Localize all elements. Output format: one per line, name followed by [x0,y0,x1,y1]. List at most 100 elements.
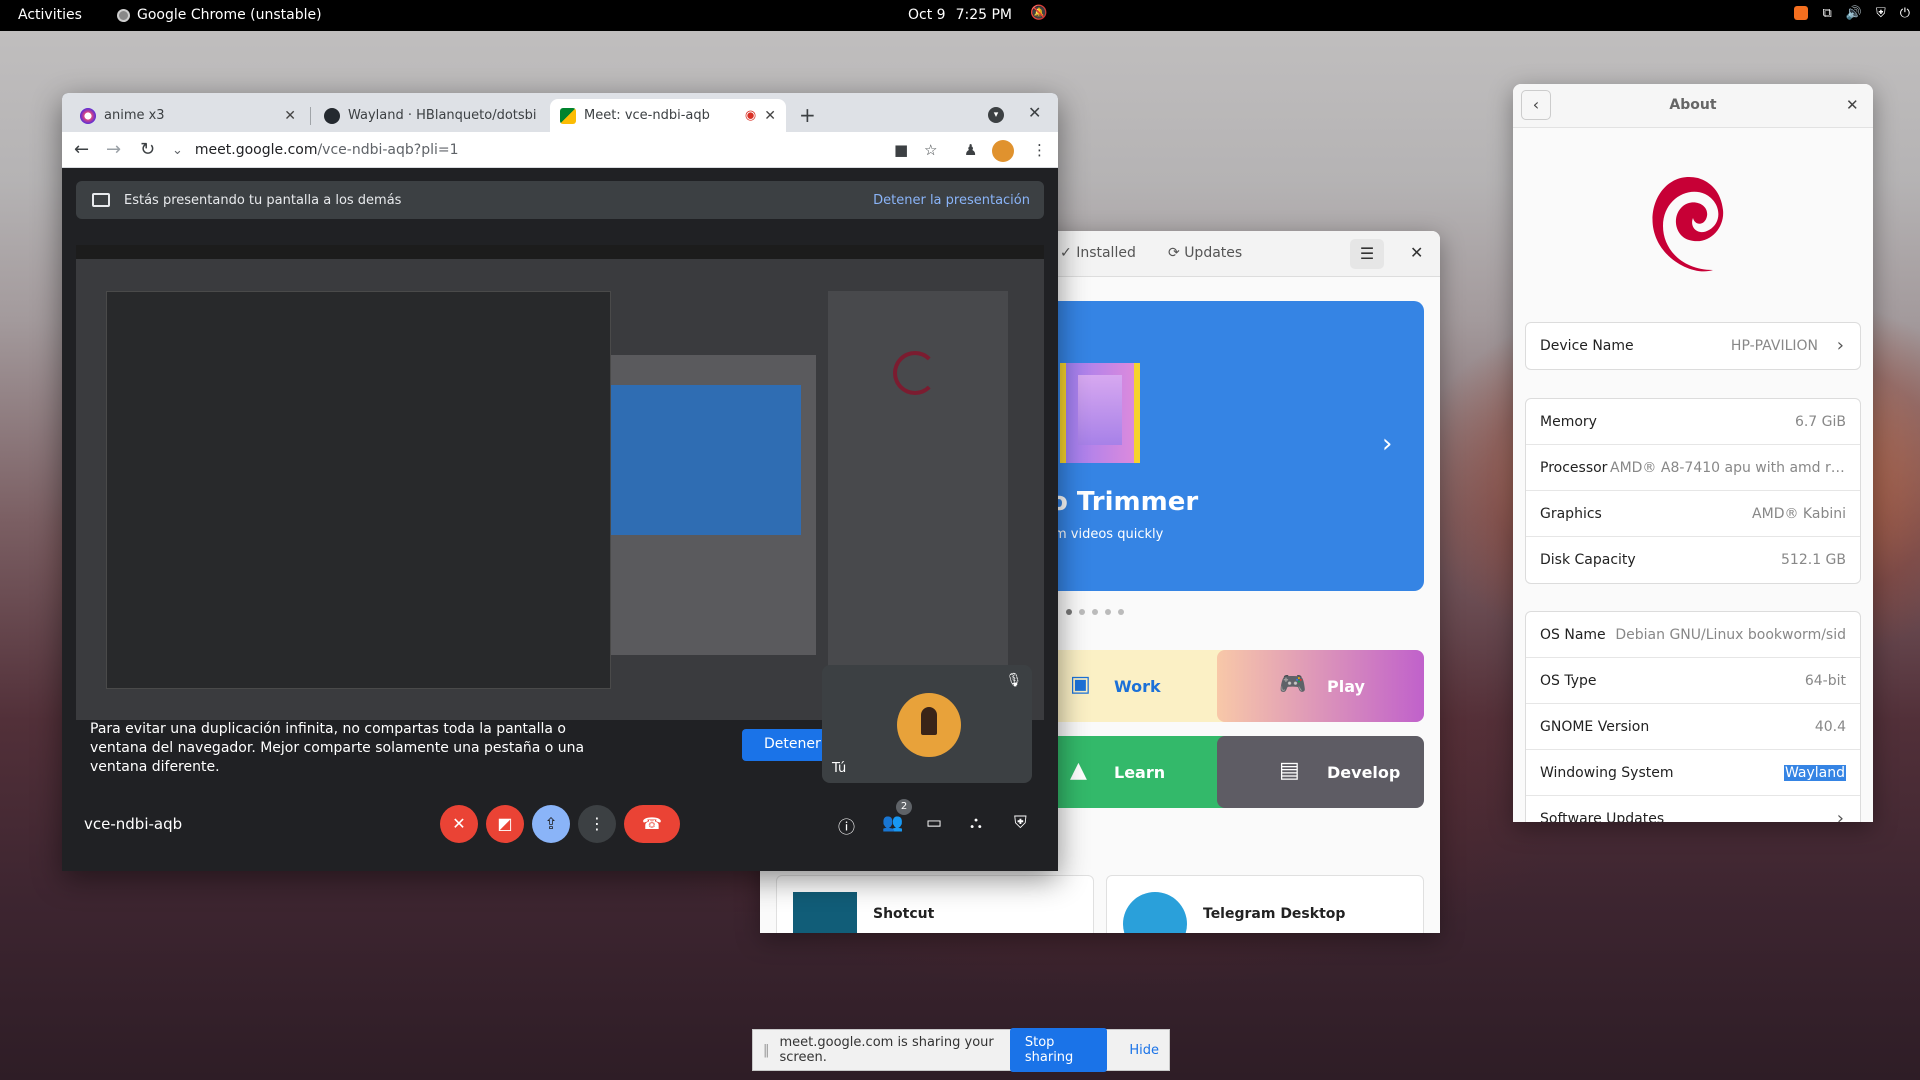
close-icon[interactable]: ✕ [1846,96,1859,114]
row-label: Software Updates [1540,811,1665,822]
chrome-icon [117,8,130,22]
present-button[interactable]: ⇪ [532,805,570,843]
back-icon[interactable]: ← [74,139,89,160]
tab-close-icon[interactable]: ✕ [764,108,776,124]
activities-button[interactable]: Activities [18,7,82,23]
tab-label: Meet: vce-ndbi-aqb [584,108,710,123]
tab-updates[interactable]: ⟳ Updates [1168,245,1242,261]
row-label: Memory [1540,414,1597,430]
device-group: Device Name HP-PAVILION › [1525,322,1861,370]
tab-label: Wayland · HBlanqueto/dotsbi [348,108,537,123]
category-develop[interactable]: ▤ Develop [1217,736,1424,808]
app-menu-label: Google Chrome (unstable) [137,7,322,23]
stop-sharing-button[interactable]: Detener l [742,729,832,761]
meet-icon [560,107,576,124]
carousel-dot[interactable] [1092,609,1098,615]
app-menu[interactable]: Google Chrome (unstable) [117,7,322,23]
row-value: 512.1 GB [1781,552,1846,568]
carousel-next-icon[interactable]: › [1382,429,1392,459]
carousel-dot[interactable] [1066,609,1072,615]
tab-close-icon[interactable]: ✕ [284,108,296,124]
close-icon[interactable]: ✕ [1410,243,1423,262]
more-options-button[interactable]: ⋮ [578,805,616,843]
meeting-controls: vce-ndbi-aqb ✕ ◩ ⇪ ⋮ ☎ ⓘ 2 👥 ▭ ⛬ ⛨ [62,797,1058,857]
self-video-tile[interactable]: Tú 🎙 [822,665,1032,783]
chrome-window: anime x3 ✕ Wayland · HBlanqueto/dotsbi ✕… [62,93,1058,871]
hide-button[interactable]: Hide [1119,1036,1169,1065]
preview-software-window [606,355,816,655]
row-label: OS Type [1540,673,1597,689]
recording-icon: ◉ [744,108,757,123]
meeting-info-icon[interactable]: ⓘ [838,813,855,838]
bookmark-star-icon[interactable]: ☆ [924,141,937,159]
sharing-message: meet.google.com is sharing your screen. [779,1035,994,1065]
toolbox-icon[interactable] [1794,6,1809,20]
preview-banner [611,385,801,535]
stop-presenting-link[interactable]: Detener la presentación [873,193,1030,208]
site-info-icon[interactable]: ⌄ [172,143,183,158]
device-name-row[interactable]: Device Name HP-PAVILION › [1526,323,1860,369]
camera-icon[interactable]: ■ [894,141,908,159]
row-label: Graphics [1540,506,1602,522]
app-card-shotcut[interactable]: Shotcut [776,875,1094,933]
site-favicon [80,107,96,124]
screen-sharing-bar: ‖ meet.google.com is sharing your screen… [752,1028,1170,1072]
row-label: Device Name [1540,338,1634,354]
os-name-row: OS Name Debian GNU/Linux bookworm/sid [1526,612,1860,658]
hardware-group: Memory 6.7 GiB Processor AMD® A8-7410 apu … [1525,398,1861,584]
row-value[interactable]: Wayland [1783,765,1846,781]
tab-installed[interactable]: ✓ Installed [1060,245,1136,261]
forward-icon[interactable]: → [106,139,121,160]
featured-subtitle: m videos quickly [1054,527,1164,542]
more-menu-icon[interactable]: ⋮ [1032,141,1047,159]
host-controls-icon[interactable]: ⛨ [1014,813,1027,833]
reload-icon[interactable]: ↻ [140,139,155,160]
url-path: /vce-ndbi-aqb?pli=1 [317,142,459,158]
drag-handle-icon[interactable]: ‖ [763,1043,770,1058]
stop-sharing-button[interactable]: Stop sharing [1009,1028,1108,1072]
profile-avatar[interactable] [992,140,1014,162]
tab-search-icon[interactable]: ▾ [988,107,1004,123]
extension-icon[interactable]: ♟ [964,141,977,159]
tab-anime[interactable]: anime x3 ✕ [70,99,306,132]
tab-updates-label: Updates [1184,245,1243,261]
carousel-dot[interactable] [1079,609,1085,615]
leave-call-button[interactable]: ☎ [624,805,680,843]
processor-row: ProcessorAMD® A8-7410 apu with amd radeo… [1526,445,1860,491]
app-card-telegram[interactable]: Telegram Desktop [1106,875,1424,933]
self-name: Tú [832,761,847,776]
chat-icon[interactable]: ▭ [926,813,942,833]
category-develop-label: Develop [1327,762,1401,782]
video-trimmer-icon [1060,363,1140,463]
address-bar[interactable]: ⌄ meet.google.com/vce-ndbi-aqb?pli=1 [172,136,1012,164]
people-icon[interactable]: 👥 [882,813,903,833]
presenting-text: Estás presentando tu pantalla a los demá… [124,192,402,208]
tab-separator [310,107,311,125]
tab-strip: anime x3 ✕ Wayland · HBlanqueto/dotsbi ✕… [62,93,1058,132]
mic-off-button[interactable]: ✕ [440,805,478,843]
carousel-dot[interactable] [1118,609,1124,615]
new-tab-button[interactable]: + [799,103,816,127]
activities-icon[interactable]: ⛬ [970,813,982,833]
meet-content: Estás presentando tu pantalla a los demá… [62,169,1058,871]
tab-meet[interactable]: Meet: vce-ndbi-aqb ◉ ✕ [550,99,786,132]
about-header: ‹ About ✕ [1513,84,1873,128]
system-tray[interactable]: ⧉ 🔊 ⛨ ⏻ [1794,6,1910,21]
hamburger-menu-button[interactable]: ☰ [1350,239,1384,269]
row-value: 6.7 GiB [1794,414,1846,430]
terminal-icon: ▤ [1279,758,1300,783]
windowing-system-row: Windowing System Wayland [1526,750,1860,796]
chevron-right-icon: › [1836,335,1844,356]
present-screen-icon [92,193,110,207]
about-title: About [1669,97,1717,113]
carousel-dot[interactable] [1105,609,1111,615]
carousel-dots[interactable] [1066,609,1124,615]
window-close-icon[interactable]: ✕ [1028,103,1041,122]
memory-row: Memory 6.7 GiB [1526,399,1860,445]
category-learn-label: Learn [1114,762,1166,782]
software-updates-row[interactable]: Software Updates › [1526,796,1860,822]
clock[interactable]: Oct 9 7:25 PM [908,7,1012,23]
category-work-label: Work [1114,676,1161,696]
camera-off-button[interactable]: ◩ [486,805,524,843]
category-play[interactable]: 🎮 Play [1217,650,1424,722]
